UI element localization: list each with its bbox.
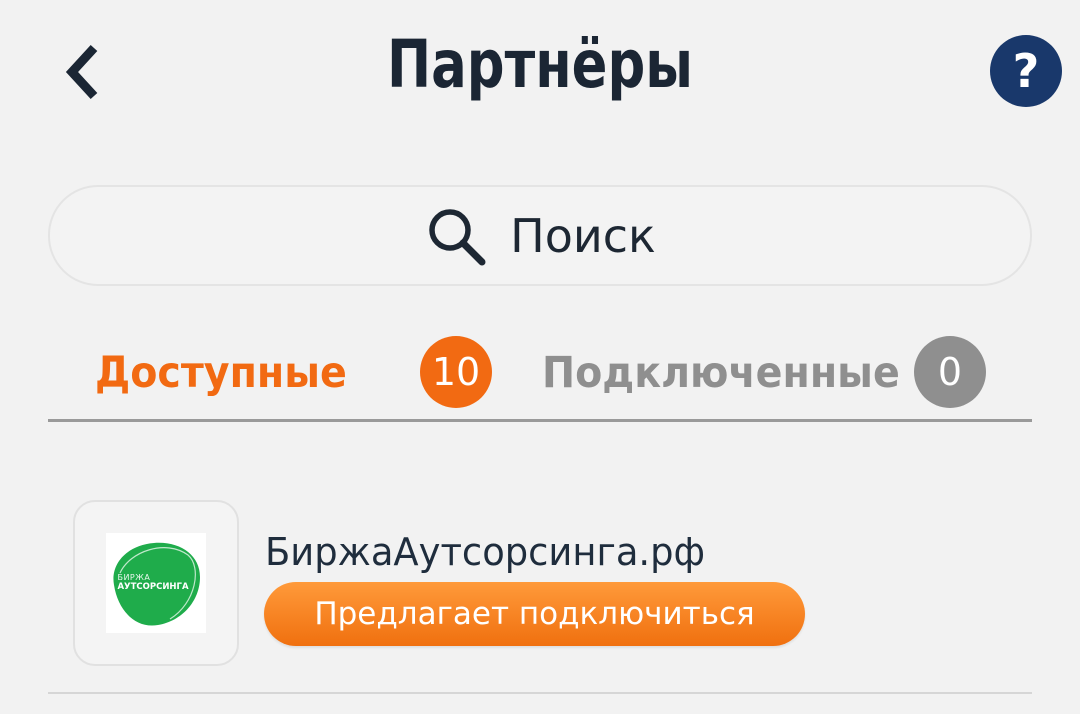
partner-name: БиржаАутсорсинга.рф (265, 530, 706, 574)
search-icon (429, 208, 486, 265)
back-button[interactable] (50, 36, 114, 108)
partner-logo: БИРЖА АУТСОРСИНГА (106, 533, 206, 633)
tab-bar: Доступные 10 Подключенные 0 (48, 330, 1032, 422)
tab-connected-count-badge: 0 (914, 336, 986, 408)
tab-available[interactable]: Доступные 10 (95, 330, 492, 416)
tab-available-count-badge: 10 (420, 336, 492, 408)
help-button[interactable]: ? (990, 35, 1062, 107)
question-icon: ? (1012, 44, 1040, 98)
logo-line-2: АУТСОРСИНГА (117, 581, 189, 592)
search-input[interactable]: Поиск (48, 185, 1032, 286)
logo-line-1: БИРЖА (117, 573, 151, 583)
tab-connected-label: Подключенные (542, 348, 900, 398)
partner-status-badge: Предлагает подключиться (264, 582, 805, 646)
partner-logo-frame: БИРЖА АУТСОРСИНГА (73, 500, 239, 666)
partners-screen: Партнёры ? Поиск Доступные 10 Подключенн… (0, 0, 1080, 714)
chevron-left-icon (65, 44, 98, 100)
tab-available-label: Доступные (95, 348, 347, 398)
search-placeholder: Поиск (510, 208, 656, 263)
page-title: Партнёры (386, 26, 694, 103)
list-item[interactable]: БИРЖА АУТСОРСИНГА БиржаАутсорсинга.рф Пр… (48, 470, 1032, 694)
tab-connected[interactable]: Подключенные 0 (542, 330, 986, 416)
